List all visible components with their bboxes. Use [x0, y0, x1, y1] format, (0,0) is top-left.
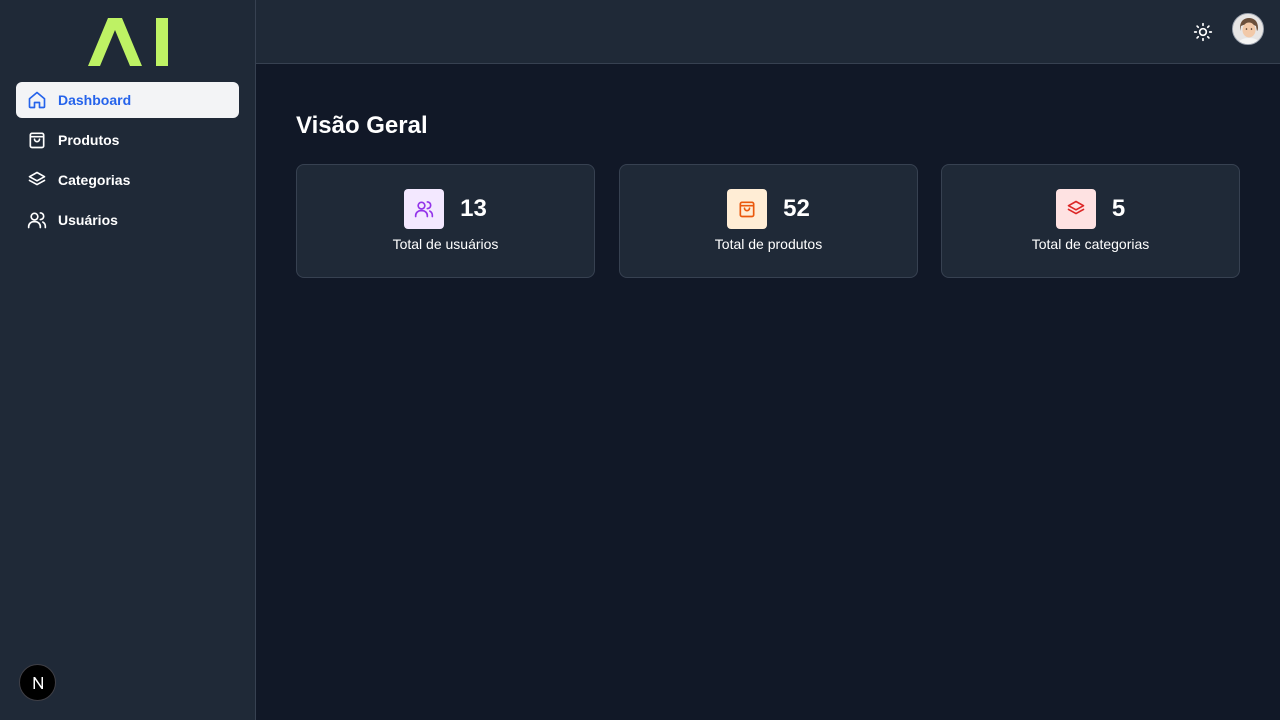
nextjs-badge-button[interactable] [19, 664, 56, 701]
sidebar-item-label: Dashboard [58, 92, 132, 108]
stat-value: 5 [1111, 195, 1126, 222]
layers-icon [27, 170, 47, 190]
stat-label: Total de usuários [392, 236, 499, 252]
theme-toggle-button[interactable] [1193, 22, 1213, 42]
brand-logo[interactable] [86, 16, 170, 68]
sidebar-nav: Dashboard Produtos Categorias Usuários [16, 82, 239, 242]
stat-card-products: 52 Total de produtos [619, 164, 918, 278]
stat-label: Total de produtos [714, 236, 823, 252]
shopping-bag-icon [27, 130, 47, 150]
sun-icon [1193, 22, 1213, 42]
sidebar-item-categorias[interactable]: Categorias [16, 162, 239, 198]
stat-card-users: 13 Total de usuários [296, 164, 595, 278]
sidebar-item-label: Categorias [58, 172, 131, 188]
shopping-bag-icon [727, 189, 768, 229]
sidebar: Dashboard Produtos Categorias Usuários [0, 0, 256, 720]
nextjs-logo-icon [33, 676, 43, 689]
ai-logo-icon [88, 18, 168, 66]
home-icon [27, 90, 47, 110]
stat-value: 52 [783, 195, 810, 222]
stats-cards: 13 Total de usuários 52 Total de produto… [296, 164, 1240, 278]
user-avatar[interactable] [1232, 13, 1264, 45]
sidebar-item-label: Produtos [58, 132, 120, 148]
avatar-photo [1233, 14, 1263, 44]
page-title: Visão Geral [296, 112, 428, 139]
stat-label: Total de categorias [1031, 236, 1150, 252]
users-icon [404, 189, 445, 229]
users-icon [27, 210, 47, 230]
sidebar-item-label: Usuários [58, 212, 118, 228]
stat-card-categories: 5 Total de categorias [941, 164, 1240, 278]
sidebar-item-dashboard[interactable]: Dashboard [16, 82, 239, 118]
stat-value: 13 [460, 195, 487, 222]
sidebar-item-produtos[interactable]: Produtos [16, 122, 239, 158]
sidebar-item-usuarios[interactable]: Usuários [16, 202, 239, 238]
top-bar [256, 0, 1280, 64]
layers-icon [1055, 189, 1096, 229]
